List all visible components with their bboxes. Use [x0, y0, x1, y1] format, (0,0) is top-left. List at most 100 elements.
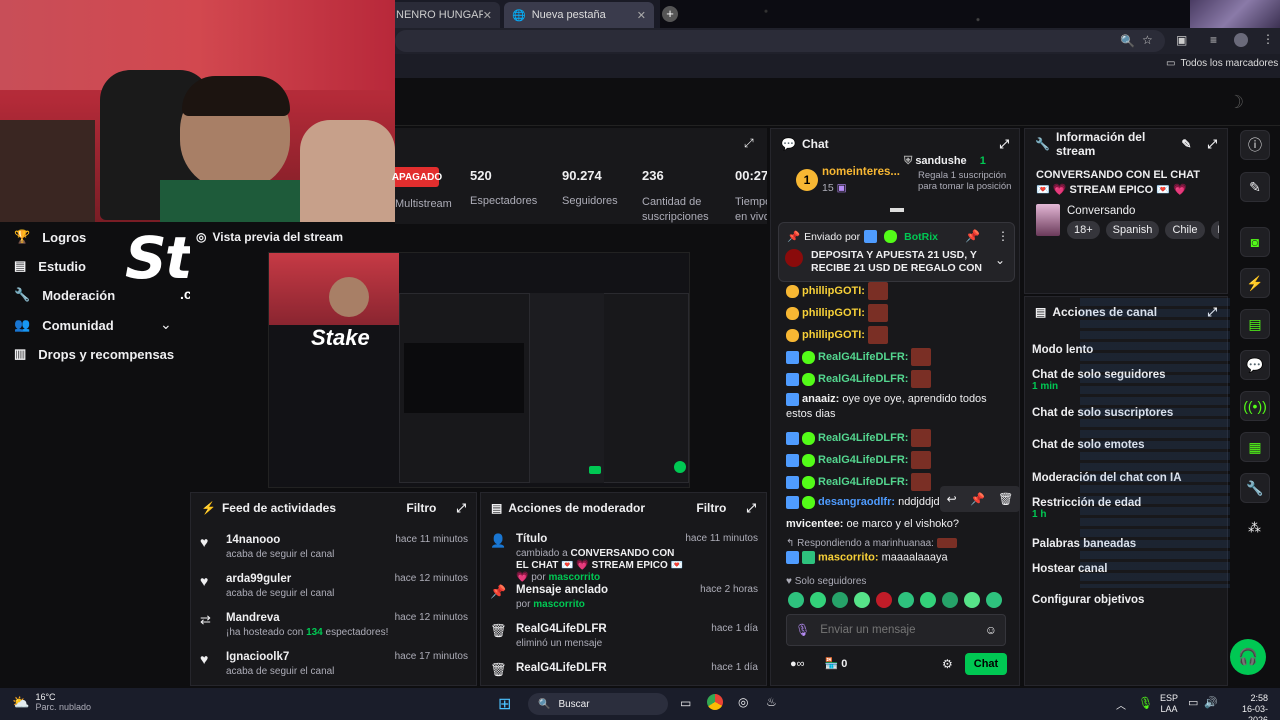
tag[interactable]: Es [1210, 221, 1219, 239]
chat-message[interactable]: RealG4LifeDLFR: [786, 348, 1006, 366]
chat-message[interactable]: mvicentee: oe marco y el vishoko? [786, 517, 1006, 532]
tag[interactable]: Spanish [1105, 221, 1160, 239]
camera-icon[interactable]: ◙ [1240, 227, 1270, 257]
steam-icon[interactable]: ♨ [766, 695, 777, 709]
chat-username[interactable]: mvicentee: [786, 518, 843, 530]
network-icon[interactable]: ▭ [1188, 696, 1198, 709]
emote-icon[interactable] [920, 592, 936, 608]
activity-user[interactable]: Ignacioolk7 [226, 651, 395, 663]
notes-icon[interactable]: ▤ [1240, 309, 1270, 339]
expand-icon[interactable]: ⤢ [999, 137, 1009, 152]
emoji-icon[interactable]: ☺ [985, 623, 997, 637]
playlist-icon[interactable]: ≡ [1210, 33, 1217, 47]
filter-button[interactable]: Filtro [406, 501, 436, 515]
chevron-down-icon[interactable]: ⌄ [995, 253, 1005, 267]
clock[interactable]: 2:58 16-03-2026 [1222, 693, 1268, 720]
chat-username[interactable]: RealG4LifeDLFR: [818, 373, 908, 385]
filter-button[interactable]: Filtro [696, 501, 726, 515]
emote-icon[interactable] [898, 592, 914, 608]
zoom-icon[interactable]: 🔍 [1120, 34, 1135, 48]
broadcast-icon[interactable]: ((•)) [1240, 391, 1270, 421]
chat-input[interactable]: 🎙 ☺ [786, 614, 1006, 646]
chat-message[interactable]: RealG4LifeDLFR: [786, 429, 1006, 447]
emote-icon[interactable] [832, 592, 848, 608]
weather-widget[interactable]: ⛅ 16°C Parc. nublado [12, 692, 91, 712]
goals-item[interactable]: Configurar objetivos› [1032, 591, 1266, 609]
mic-icon[interactable]: 🎙 [795, 623, 810, 637]
wrench-icon[interactable]: 🔧 [1240, 473, 1270, 503]
chat-message[interactable]: RealG4LifeDLFR: [786, 370, 1006, 388]
activity-user[interactable]: arda99guler [226, 573, 395, 585]
pinned-message[interactable]: 📌 Enviado por BotRix 📌 ⋮ DEPOSITA Y APUE… [778, 222, 1015, 282]
pin-icon[interactable]: 📌 [970, 492, 985, 506]
expand-icon[interactable]: ⤢ [744, 136, 754, 151]
chat-username[interactable]: RealG4LifeDLFR: [818, 454, 908, 466]
nav-item-logros[interactable]: 🏆 Logros [14, 229, 86, 245]
chat-send-button[interactable]: Chat [965, 653, 1007, 675]
new-tab-button[interactable]: + [662, 6, 678, 22]
trash-icon[interactable]: 🗑 [998, 492, 1013, 506]
nav-item-drops[interactable]: ▥ Drops y recompensas [14, 346, 174, 362]
chrome-icon[interactable] [707, 694, 723, 710]
tray-chevron-icon[interactable]: ︿ [1116, 697, 1126, 712]
share-icon[interactable]: ⁂ [1248, 520, 1261, 536]
chat-username[interactable]: desangraodlfr: [818, 496, 895, 508]
store-icon[interactable]: 🏪 0 [825, 657, 848, 670]
emote-icon[interactable] [854, 592, 870, 608]
chat-username[interactable]: phillipGOTI: [802, 329, 865, 341]
settings-icon[interactable]: ⚙ [942, 657, 953, 671]
nav-item-moderacion[interactable]: 🔧 Moderación [14, 287, 115, 303]
category-name[interactable]: Conversando [1067, 205, 1135, 217]
reply-icon[interactable]: ↩ [947, 492, 957, 506]
chat-message[interactable]: phillipGOTI: [786, 304, 1006, 322]
mic-tray-icon[interactable]: 🎙 [1138, 696, 1153, 710]
volume-icon[interactable]: 🔊 [1204, 696, 1218, 709]
edit-icon[interactable]: ✎ [1240, 172, 1270, 202]
chat-message[interactable]: anaaiz: oye oye oye, aprendido todos est… [786, 392, 1006, 422]
emote-icon[interactable] [788, 592, 804, 608]
chat-username[interactable]: phillipGOTI: [802, 307, 865, 319]
headset-support-button[interactable]: 🎧 [1230, 639, 1266, 675]
layout-icon[interactable]: ▦ [1240, 432, 1270, 462]
nav-item-comunidad[interactable]: 👥 Comunidad [14, 317, 114, 333]
chat-username[interactable]: RealG4LifeDLFR: [818, 476, 908, 488]
activity-user[interactable]: 14nanooo [226, 534, 395, 546]
extensions-icon[interactable]: ▣ [1176, 33, 1187, 47]
info-icon[interactable]: ⓘ [1240, 130, 1270, 160]
menu-icon[interactable]: ⋮ [1262, 32, 1274, 46]
taskview-icon[interactable]: ▭ [680, 696, 691, 710]
close-icon[interactable]: ✕ [483, 9, 492, 22]
browser-tab-1[interactable]: NENRO HUNGARO - Bu ✕ [388, 2, 500, 28]
edit-icon[interactable]: ✎ [1181, 137, 1191, 151]
chat-message-input[interactable] [820, 624, 975, 636]
chat-icon[interactable]: 💬 [1240, 350, 1270, 380]
chat-username[interactable]: RealG4LifeDLFR: [818, 432, 908, 444]
start-icon[interactable]: ⊞ [498, 694, 511, 714]
chat-username[interactable]: anaaiz: [802, 393, 839, 405]
expand-icon[interactable]: ⤢ [456, 501, 466, 516]
chat-username[interactable]: phillipGOTI: [802, 285, 865, 297]
emote-icon[interactable] [942, 592, 958, 608]
language-indicator[interactable]: ESP LAA [1160, 693, 1178, 715]
emote-icon[interactable] [810, 592, 826, 608]
expand-icon[interactable]: ⤢ [1207, 137, 1217, 152]
leaderboard-name[interactable]: nomeinteres... [822, 166, 900, 178]
chat-message[interactable]: RealG4LifeDLFR: [786, 451, 1006, 469]
more-icon[interactable]: ⋮ [997, 229, 1009, 243]
chat-message[interactable]: phillipGOTI: [786, 326, 1006, 344]
gift-user[interactable]: ⛨ sandushe 1 [904, 155, 986, 168]
infinity-icon[interactable]: ●∞ [790, 658, 805, 670]
stream-preview-video[interactable]: Stake [268, 252, 690, 488]
activity-user[interactable]: Mandreva [226, 612, 395, 624]
profile-icon[interactable] [1234, 33, 1248, 47]
chevron-down-icon[interactable]: ⌄ [160, 316, 172, 333]
nav-item-estudio[interactable]: ▤ Estudio [14, 258, 86, 274]
all-bookmarks[interactable]: ▭ Todos los marcadores [1166, 58, 1278, 69]
close-icon[interactable]: ✕ [637, 9, 646, 22]
address-bar[interactable] [395, 30, 1165, 52]
emote-icon[interactable] [986, 592, 1002, 608]
emote-icon[interactable] [964, 592, 980, 608]
taskbar-search[interactable]: 🔍 Buscar [528, 693, 668, 715]
unpin-icon[interactable]: 📌 [965, 229, 980, 243]
app-icon[interactable]: ◎ [738, 695, 748, 709]
